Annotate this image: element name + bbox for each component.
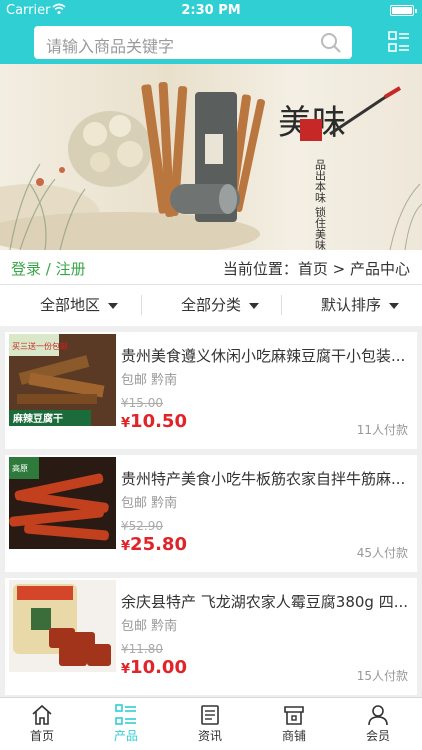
product-region: 包邮 黔南 xyxy=(121,496,178,511)
search-input[interactable]: 请输入商品关键字 xyxy=(34,26,352,59)
product-image: 高原 xyxy=(9,457,116,549)
price-value: 10.00 xyxy=(130,657,187,678)
battery-icon xyxy=(390,5,417,16)
tab-news[interactable]: 资讯 xyxy=(168,698,252,750)
currency-symbol: ¥ xyxy=(121,662,131,677)
current-location: 当前位置：首页 > 产品中心 xyxy=(222,260,410,278)
thumb-tag: 高原 xyxy=(12,463,28,473)
clock: 2:30 PM xyxy=(181,3,241,18)
filter-region-label: 全部地区 xyxy=(40,296,101,314)
tab-products[interactable]: 产品 xyxy=(84,698,168,750)
sold-count: 45人付款 xyxy=(356,546,408,560)
currency-symbol: ¥ xyxy=(121,416,131,431)
tab-label: 会员 xyxy=(365,729,390,743)
tab-label: 产品 xyxy=(113,729,138,743)
user-icon xyxy=(368,705,388,726)
product-region: 包邮 黔南 xyxy=(121,619,178,634)
product-title: 贵州美食遵义休闲小吃麻辣豆腐干小包装... xyxy=(121,347,406,365)
product-card[interactable]: 余庆县特产 飞龙湖农家人霉豆腐380g 四... 包邮 黔南 ¥11.80 ¥1… xyxy=(5,578,417,695)
tab-label: 首页 xyxy=(29,729,54,743)
filter-bar: 全部地区 全部分类 默认排序 xyxy=(0,284,422,326)
login-register-link[interactable]: 登录 / 注册 xyxy=(11,258,86,279)
product-title: 余庆县特产 飞龙湖农家人霉豆腐380g 四... xyxy=(121,593,408,611)
original-price: ¥11.80 xyxy=(121,642,163,656)
sale-price: ¥10.00 xyxy=(121,657,187,678)
filter-sort[interactable]: 默认排序 xyxy=(321,285,400,326)
tab-label: 资讯 xyxy=(197,729,222,743)
filter-category[interactable]: 全部分类 xyxy=(181,285,260,326)
product-card[interactable]: 买三送一份包邮 麻辣豆腐干 贵州美食遵义休闲小吃麻辣豆腐干小包装... 包邮 黔… xyxy=(5,332,417,449)
currency-symbol: ¥ xyxy=(121,539,131,554)
filter-region[interactable]: 全部地区 xyxy=(40,285,119,326)
list-icon xyxy=(115,704,136,725)
original-price: ¥15.00 xyxy=(121,396,163,410)
status-bar: Carrier 2:30 PM xyxy=(0,0,422,22)
search-icon[interactable] xyxy=(320,32,342,54)
product-image xyxy=(9,580,116,672)
banner-illustration: 美味 品出本味 锁住美味 xyxy=(0,81,422,250)
breadcrumb: 登录 / 注册 当前位置：首页 > 产品中心 xyxy=(0,250,422,284)
original-price: ¥52.90 xyxy=(121,519,163,533)
top-header: 请输入商品关键字 xyxy=(0,22,422,64)
divider xyxy=(141,295,142,315)
sale-price: ¥10.50 xyxy=(121,411,187,432)
tab-member[interactable]: 会员 xyxy=(336,698,420,750)
sale-price: ¥25.80 xyxy=(121,534,187,555)
tab-label: 商铺 xyxy=(281,729,306,743)
price-value: 25.80 xyxy=(130,534,187,555)
divider xyxy=(281,295,282,315)
shop-icon xyxy=(284,706,304,725)
sold-count: 15人付款 xyxy=(356,669,408,683)
banner-side-text: 品出本味 锁住美味 xyxy=(314,159,327,250)
product-image: 买三送一份包邮 麻辣豆腐干 xyxy=(9,334,116,426)
filter-category-label: 全部分类 xyxy=(181,296,242,314)
product-region: 包邮 黔南 xyxy=(121,373,178,388)
chevron-down-icon xyxy=(389,302,400,309)
tab-home[interactable]: 首页 xyxy=(0,698,84,750)
search-placeholder: 请输入商品关键字 xyxy=(46,37,175,56)
product-title: 贵州特产美食小吃牛板筋农家自拌牛筋麻... xyxy=(121,470,406,488)
price-value: 10.50 xyxy=(130,411,187,432)
filter-sort-label: 默认排序 xyxy=(321,296,382,314)
promo-banner[interactable]: 美味 品出本味 锁住美味 xyxy=(0,64,422,250)
thumb-label: 麻辣豆腐干 xyxy=(12,412,63,425)
home-icon xyxy=(32,704,52,725)
sold-count: 11人付款 xyxy=(356,423,408,437)
thumb-tag: 买三送一份包邮 xyxy=(12,341,68,351)
bottom-tab-bar: 首页 产品 资讯 商铺 会员 xyxy=(0,697,422,750)
tab-shop[interactable]: 商铺 xyxy=(252,698,336,750)
chevron-down-icon xyxy=(249,302,260,309)
chevron-down-icon xyxy=(108,302,119,309)
category-menu-icon[interactable] xyxy=(388,31,410,53)
news-icon xyxy=(201,705,219,725)
product-card[interactable]: 高原 贵州特产美食小吃牛板筋农家自拌牛筋麻... 包邮 黔南 ¥52.90 ¥2… xyxy=(5,455,417,572)
